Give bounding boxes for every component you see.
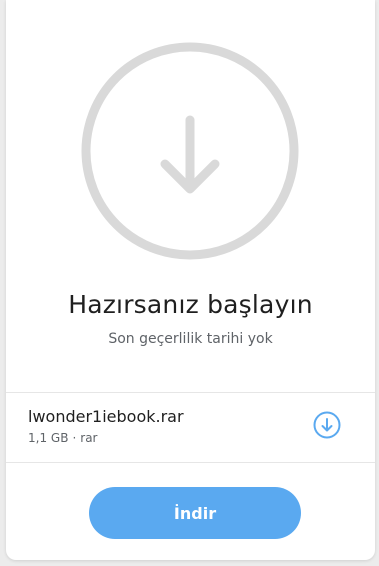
download-card: Hazırsanız başlayın Son geçerlilik tarih… (6, 0, 375, 560)
expiry-note: Son geçerlilik tarihi yok (108, 331, 273, 347)
file-size: 1,1 GB (28, 431, 69, 445)
file-row: lwonder1iebook.rar 1,1 GB · rar (6, 393, 375, 462)
meta-separator: · (72, 431, 77, 445)
file-name: lwonder1iebook.rar (28, 407, 184, 426)
page-title: Hazırsanız başlayın (68, 290, 313, 319)
download-button[interactable]: İndir (89, 487, 301, 539)
divider (6, 462, 375, 463)
download-arrow-circle-icon (81, 42, 299, 260)
download-circle-icon[interactable] (312, 410, 342, 440)
file-meta: 1,1 GB · rar (28, 431, 98, 445)
file-type: rar (80, 431, 98, 445)
